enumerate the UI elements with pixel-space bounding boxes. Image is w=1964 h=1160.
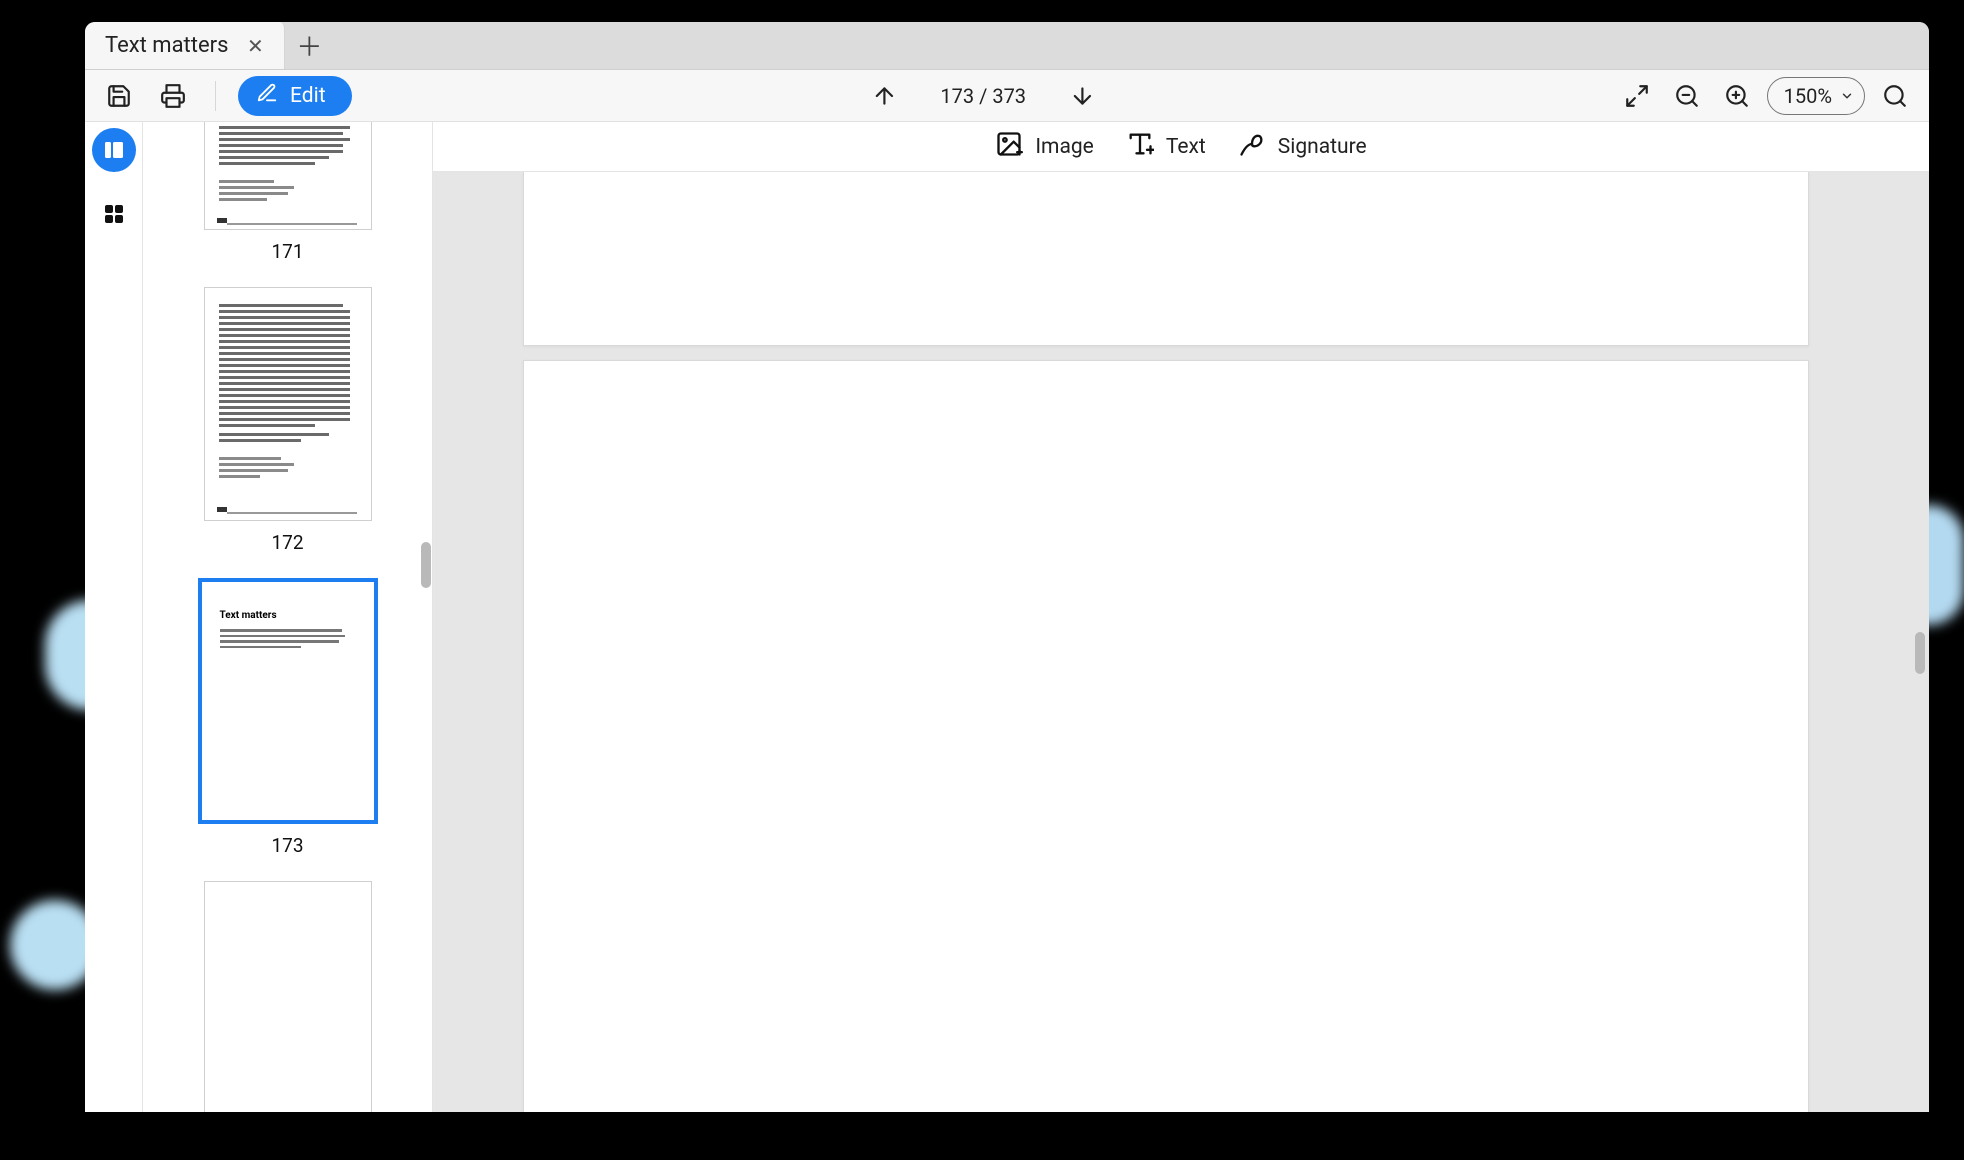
edit-button[interactable]: Edit [238, 76, 352, 116]
page-total: 373 [992, 84, 1026, 108]
save-button[interactable] [99, 76, 139, 116]
thumb-chapter-title: Text matters [202, 582, 374, 629]
document-tab[interactable]: Text matters ✕ [85, 22, 285, 69]
tab-bar: Text matters ✕ ＋ [85, 22, 1929, 70]
pdf-viewer-window: Text matters ✕ ＋ [85, 22, 1929, 1112]
insert-signature-button[interactable]: Signature [1238, 130, 1367, 164]
insert-signature-label: Signature [1278, 135, 1367, 159]
zoom-value: 150% [1784, 84, 1832, 108]
page-thumbnail[interactable] [204, 881, 372, 1112]
page-sep: / [974, 84, 992, 108]
insert-image-label: Image [1035, 135, 1093, 159]
pencil-icon [256, 82, 278, 110]
edit-label: Edit [290, 84, 326, 108]
thumb-number: 172 [271, 531, 303, 554]
chevron-down-icon [1840, 84, 1854, 108]
side-rail [85, 122, 143, 1112]
zoom-out-button[interactable] [1667, 76, 1707, 116]
tab-title: Text matters [105, 33, 228, 58]
thumb-number: 173 [271, 834, 303, 857]
next-page-button[interactable] [1062, 76, 1102, 116]
page-scrollbar[interactable] [1915, 632, 1925, 674]
fullscreen-button[interactable] [1617, 76, 1657, 116]
signature-icon [1238, 130, 1266, 164]
page-current: 173 [940, 84, 974, 108]
new-tab-button[interactable]: ＋ [285, 22, 333, 69]
zoom-select[interactable]: 150% [1767, 77, 1865, 115]
grid-view-toggle[interactable] [92, 192, 136, 236]
thumbnail-panel: 171 [143, 122, 433, 1112]
close-tab-icon[interactable]: ✕ [242, 33, 268, 59]
search-button[interactable] [1875, 76, 1915, 116]
zoom-in-button[interactable] [1717, 76, 1757, 116]
insert-text-button[interactable]: Text [1126, 130, 1206, 164]
page-thumbnail[interactable]: Text matters [198, 578, 378, 824]
thumb-scrollbar[interactable] [421, 542, 431, 588]
toolbar-separator [215, 81, 216, 111]
insert-image-button[interactable]: Image [995, 130, 1093, 164]
thumbnails-panel-toggle[interactable] [92, 128, 136, 172]
prev-page-button[interactable] [864, 76, 904, 116]
main-toolbar: Edit 173 / 373 [85, 70, 1929, 122]
image-icon [995, 130, 1023, 164]
thumb-number: 171 [271, 240, 303, 263]
insert-text-label: Text [1166, 135, 1206, 159]
page-thumbnail[interactable] [204, 122, 372, 230]
page-thumbnail[interactable] [204, 287, 372, 521]
text-icon [1126, 130, 1154, 164]
insert-toolbar: Image Text [433, 122, 1929, 172]
page-sheet-prev[interactable] [523, 172, 1809, 346]
page-sheet-current[interactable] [523, 360, 1809, 1112]
page-viewport[interactable] [433, 172, 1929, 1112]
print-button[interactable] [153, 76, 193, 116]
page-counter[interactable]: 173 / 373 [940, 84, 1026, 108]
